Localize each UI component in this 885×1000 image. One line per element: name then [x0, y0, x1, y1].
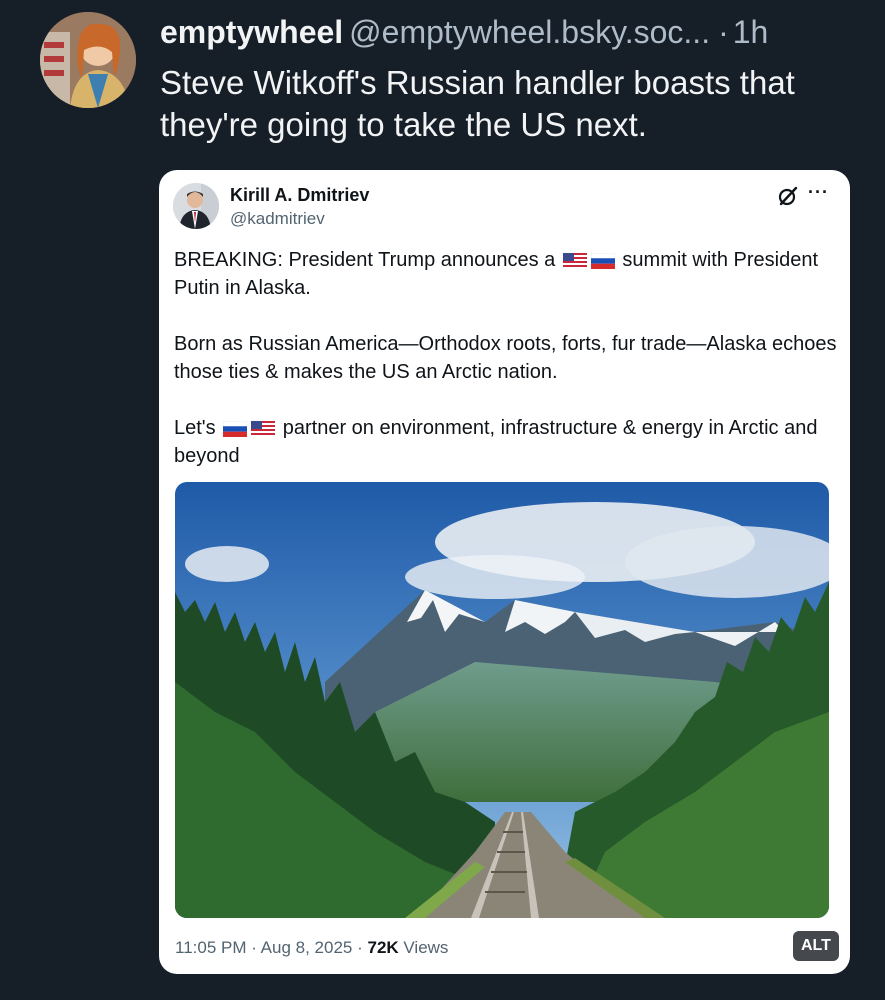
more-horizontal-icon[interactable]: ··· — [808, 182, 829, 203]
quoted-p3-before: Let's — [174, 417, 222, 439]
alaska-landscape-photo[interactable] — [175, 482, 829, 918]
quoted-post-card[interactable]: Kirill A. Dmitriev @kadmitriev ··· BREAK… — [159, 170, 850, 974]
author-display-name[interactable]: emptywheel — [160, 14, 343, 50]
quoted-p1-before: BREAKING: President Trump announces a — [174, 249, 561, 271]
grok-slash-icon[interactable] — [777, 185, 799, 212]
russia-flag-icon — [223, 421, 248, 437]
separator: · — [718, 14, 729, 50]
author-handle[interactable]: @emptywheel.bsky.soc... — [349, 14, 710, 50]
quoted-post-meta: 11:05 PM · Aug 8, 2025 · 72K Views — [175, 938, 448, 958]
post-header: emptywheel @emptywheel.bsky.soc... · 1h — [160, 12, 855, 52]
post-text: Steve Witkoff's Russian handler boasts t… — [160, 64, 795, 143]
quoted-post-body: BREAKING: President Trump announces a su… — [174, 246, 839, 498]
us-flag-icon — [251, 421, 276, 437]
quoted-paragraph-1: BREAKING: President Trump announces a su… — [174, 246, 839, 302]
quoted-author-name[interactable]: Kirill A. Dmitriev — [230, 185, 369, 206]
quoted-author-handle[interactable]: @kadmitriev — [230, 209, 325, 229]
alt-text-badge[interactable]: ALT — [793, 931, 839, 961]
views-label: Views — [398, 938, 449, 957]
post-timestamp[interactable]: 1h — [733, 14, 769, 50]
quoted-paragraph-3: Let's partner on environment, infrastruc… — [174, 414, 839, 470]
quoted-author-avatar[interactable] — [173, 183, 219, 229]
us-flag-icon — [562, 253, 587, 269]
views-count: 72K — [367, 938, 399, 957]
quoted-datetime[interactable]: 11:05 PM · Aug 8, 2025 · — [175, 938, 367, 957]
russia-flag-icon — [590, 253, 615, 269]
author-avatar[interactable] — [40, 12, 136, 108]
quoted-paragraph-2: Born as Russian America—Orthodox roots, … — [174, 333, 837, 383]
